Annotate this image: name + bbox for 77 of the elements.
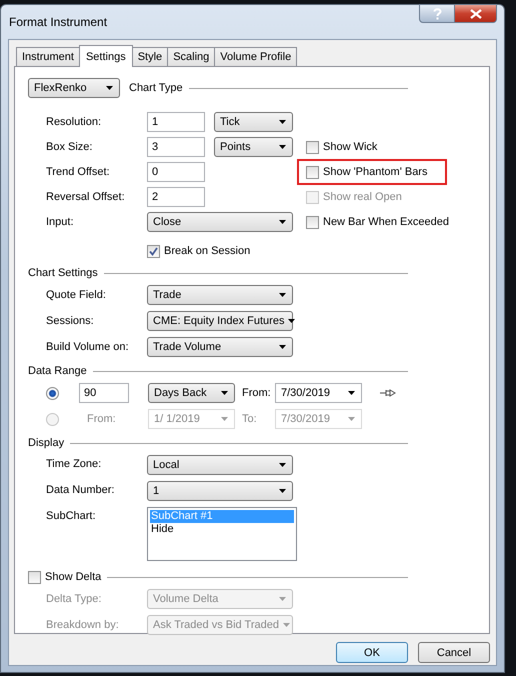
caret-icon bbox=[221, 417, 228, 421]
field-label: From: bbox=[242, 387, 272, 399]
caret-icon bbox=[279, 345, 286, 349]
help-icon bbox=[432, 8, 442, 20]
checkbox-label: Break on Session bbox=[164, 245, 250, 257]
section-title: Chart Settings bbox=[28, 267, 98, 279]
field-label: Quote Field: bbox=[46, 289, 107, 301]
section-title: Chart Type bbox=[129, 82, 183, 94]
tab[interactable]: Style bbox=[132, 47, 168, 66]
caret-icon bbox=[348, 417, 355, 421]
field-label: Input: bbox=[46, 216, 75, 228]
tab[interactable]: Scaling bbox=[167, 47, 216, 66]
close-button[interactable] bbox=[455, 4, 497, 23]
window-title: Format Instrument bbox=[8, 15, 108, 29]
checkbox-label: Show 'Phantom' Bars bbox=[323, 166, 428, 178]
caret-icon bbox=[279, 489, 286, 493]
input-field[interactable]: 1 bbox=[147, 112, 205, 132]
checkbox[interactable] bbox=[306, 216, 319, 228]
field-label: Sessions: bbox=[46, 315, 95, 327]
checkbox-label: Show Wick bbox=[323, 141, 378, 153]
caret-icon bbox=[279, 145, 286, 149]
field-label: Trend Offset: bbox=[46, 166, 111, 178]
field-label: To: bbox=[242, 413, 258, 425]
caret-icon bbox=[279, 293, 286, 297]
caret-icon bbox=[221, 391, 228, 395]
checkbox-label: New Bar When Exceeded bbox=[323, 216, 449, 228]
caret-icon bbox=[288, 319, 296, 323]
checkbox[interactable] bbox=[306, 140, 319, 154]
dropdown[interactable]: Tick bbox=[214, 112, 293, 132]
close-icon bbox=[470, 8, 482, 18]
dropdown[interactable]: Close bbox=[147, 212, 293, 232]
field-label: SubChart: bbox=[46, 509, 97, 522]
input-field[interactable]: 2 bbox=[147, 187, 205, 207]
field-label: Reversal Offset: bbox=[46, 191, 126, 203]
dropdown[interactable]: Trade Volume bbox=[147, 337, 293, 357]
field-label: Time Zone: bbox=[46, 457, 102, 470]
help-button[interactable] bbox=[419, 4, 455, 23]
caret-icon bbox=[279, 120, 286, 124]
caret-icon bbox=[279, 463, 286, 467]
input-field[interactable]: 90 bbox=[79, 383, 129, 403]
checkbox[interactable] bbox=[147, 244, 160, 258]
caret-icon bbox=[279, 220, 286, 224]
pin-icon[interactable] bbox=[380, 389, 396, 397]
checkbox[interactable] bbox=[306, 166, 319, 178]
list-item[interactable]: Hide bbox=[150, 523, 294, 536]
field-label: Box Size: bbox=[46, 141, 94, 153]
tab[interactable]: Instrument bbox=[16, 47, 80, 66]
caret-icon bbox=[106, 86, 113, 90]
dropdown[interactable]: FlexRenko bbox=[28, 78, 120, 98]
dialog-button[interactable]: Cancel bbox=[418, 642, 490, 663]
field-label: Data Number: bbox=[46, 483, 116, 496]
input-field[interactable]: 0 bbox=[147, 162, 205, 182]
dropdown[interactable]: Local bbox=[147, 455, 293, 475]
field-label: From: bbox=[86, 413, 117, 425]
section-title: Display bbox=[28, 437, 64, 449]
radio-button[interactable] bbox=[46, 386, 59, 400]
caret-icon bbox=[348, 391, 355, 395]
tab[interactable]: Volume Profile bbox=[214, 47, 298, 66]
section-title: Data Range bbox=[28, 365, 87, 377]
checkbox-label: Show Delta bbox=[45, 571, 102, 583]
checkbox[interactable] bbox=[28, 570, 41, 584]
dropdown[interactable]: Days Back bbox=[148, 383, 235, 403]
field-label: Breakdown by: bbox=[46, 619, 120, 631]
checkbox-label: Show real Open bbox=[323, 191, 402, 203]
dropdown[interactable]: Trade bbox=[147, 285, 293, 305]
caret-icon bbox=[282, 623, 290, 627]
dropdown[interactable]: 7/30/2019 bbox=[275, 383, 362, 403]
dropdown[interactable]: 1 bbox=[147, 481, 293, 501]
field-label: Delta Type: bbox=[46, 593, 102, 605]
field-label: Resolution: bbox=[46, 116, 102, 128]
dialog-button[interactable]: OK bbox=[336, 642, 408, 663]
field-label: Build Volume on: bbox=[46, 341, 130, 353]
caret-icon bbox=[279, 597, 286, 601]
dropdown[interactable]: CME: Equity Index Futures bbox=[147, 311, 293, 331]
dropdown[interactable]: Points bbox=[214, 137, 293, 157]
tab[interactable]: Settings bbox=[78, 45, 133, 67]
input-field[interactable]: 3 bbox=[147, 137, 205, 157]
